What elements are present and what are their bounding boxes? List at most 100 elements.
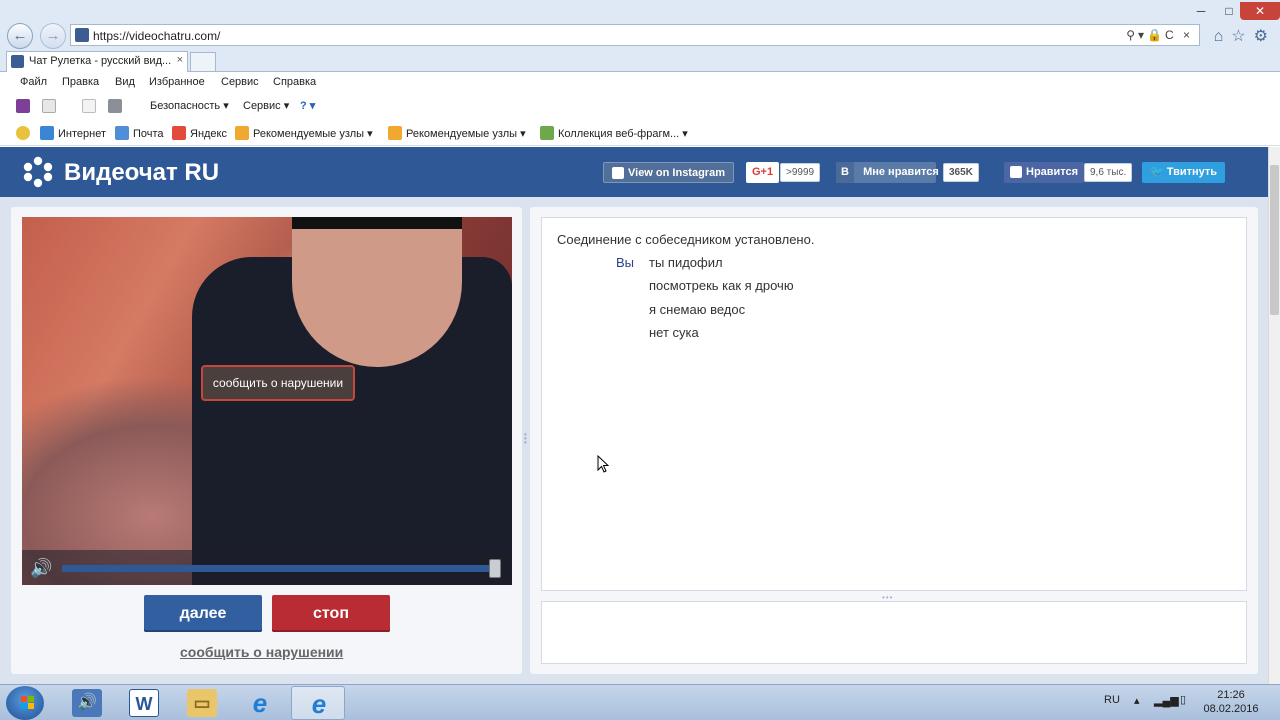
maximize-button[interactable]: □ (1216, 2, 1242, 20)
forward-button[interactable]: → (40, 23, 66, 49)
taskbar-clock[interactable]: 21:26 08.02.2016 (1196, 688, 1266, 716)
favorites-star-icon[interactable] (16, 126, 34, 140)
fav-recommended-1[interactable]: Рекомендуемые узлы ▾ (235, 126, 373, 140)
tools-menu[interactable]: Сервис ▾ (243, 99, 289, 112)
menu-tools[interactable]: Сервис (221, 76, 259, 88)
tab-videochat[interactable]: Чат Рулетка - русский вид... × (6, 51, 188, 72)
menu-edit[interactable]: Правка (62, 76, 99, 88)
tray-up-arrow-icon[interactable]: ▴ (1134, 694, 1140, 707)
help-menu[interactable]: ? ▾ (300, 99, 315, 112)
report-violation-bubble[interactable]: сообщить о нарушении (201, 365, 355, 401)
volume-slider-track[interactable] (62, 565, 494, 572)
speaker-icon: 🔊 (72, 689, 102, 717)
panel-splitter-handle[interactable]: • • • (524, 431, 528, 449)
gplus-button[interactable]: G+1 (746, 162, 780, 183)
vk-count: 365K (943, 163, 979, 182)
menu-help[interactable]: Справка (273, 76, 316, 88)
battery-icon[interactable]: ▯ (1180, 693, 1186, 706)
taskbar-ie-active[interactable]: e (291, 686, 345, 720)
yandex-icon (172, 126, 186, 140)
you-label: Вы (616, 255, 635, 270)
chat-message: нет сука (649, 325, 699, 340)
rss-icon[interactable] (42, 99, 56, 113)
site-logo-text[interactable]: Видеочат RU (64, 159, 219, 187)
network-icon[interactable]: ▂▄▆ (1154, 694, 1179, 707)
fb-like-button[interactable]: Нравится (1004, 162, 1085, 183)
forward-arrow-icon: → (45, 27, 61, 44)
taskbar-speaker[interactable]: 🔊 (60, 686, 114, 720)
chat-message: ты пидофил (649, 255, 723, 270)
taskbar: 🔊 W ▭ e e RU ▴ ▂▄▆ ▯ 21:26 08.02.2016 (0, 684, 1280, 720)
menu-view[interactable]: Вид (115, 76, 135, 88)
taskbar-explorer[interactable]: ▭ (175, 686, 229, 720)
fav-mail[interactable]: Почта (115, 126, 164, 140)
fav-recommended-2[interactable]: Рекомендуемые узлы ▾ (388, 126, 526, 140)
ie-icon (40, 126, 54, 140)
back-arrow-icon: ← (12, 27, 28, 44)
tab-close-icon[interactable]: × (177, 54, 183, 66)
facebook-icon (1010, 166, 1022, 178)
chat-panel: Соединение с собеседником установлено. В… (530, 207, 1258, 674)
menu-bar: Файл Правка Вид Избранное Сервис Справка (0, 72, 1280, 93)
fav-yandex[interactable]: Яндекс (172, 126, 227, 140)
next-button[interactable]: далее (144, 595, 262, 632)
volume-icon[interactable]: 🔊 (30, 558, 60, 578)
instagram-button[interactable]: View on Instagram (603, 162, 734, 183)
favorites-bar: Интернет Почта Яндекс Рекомендуемые узлы… (0, 118, 1280, 146)
taskbar-word[interactable]: W (117, 686, 171, 720)
fav-webslices[interactable]: Коллекция веб-фрагм... ▾ (540, 126, 688, 140)
address-bar[interactable]: https://videochatru.com/ ⚲▾🔒C × (70, 24, 1200, 46)
twitter-icon: 🐦 (1150, 166, 1167, 178)
onenote-icon[interactable] (16, 99, 30, 113)
tab-favicon-icon (11, 55, 24, 68)
safety-menu[interactable]: Безопасность ▾ (150, 99, 229, 112)
taskbar-ie[interactable]: e (233, 686, 287, 720)
clock-time: 21:26 (1217, 689, 1245, 701)
address-tools[interactable]: ⚲▾🔒C × (1126, 28, 1193, 42)
report-violation-link[interactable]: сообщить о нарушении (180, 644, 343, 660)
logo-icon (23, 156, 53, 188)
fav-internet[interactable]: Интернет (40, 126, 106, 140)
back-button[interactable]: ← (7, 23, 33, 49)
chat-log: Соединение с собеседником установлено. В… (541, 217, 1247, 591)
tab-title: Чат Рулетка - русский вид... (29, 55, 172, 67)
volume-bar: 🔊 (22, 550, 512, 585)
partner-video: сообщить о нарушении 🔊 (22, 217, 512, 585)
instagram-icon (612, 167, 624, 179)
mouse-cursor-icon (597, 455, 609, 473)
chat-message: посмотрекь как я дрочю (649, 278, 794, 293)
command-bar: Безопасность ▾ Сервис ▾ ? ▾ (0, 93, 1280, 118)
address-url[interactable]: https://videochatru.com/ (93, 29, 220, 43)
new-tab-button[interactable] (190, 52, 216, 72)
read-mail-icon[interactable] (82, 99, 96, 113)
mail-icon (115, 126, 129, 140)
page-content: Видеочат RU View on Instagram G+1 >9999 … (0, 147, 1268, 684)
scrollbar-thumb[interactable] (1270, 165, 1279, 315)
site-header: Видеочат RU View on Instagram G+1 >9999 … (0, 147, 1268, 197)
bing-icon (235, 126, 249, 140)
gplus-count: >9999 (780, 163, 821, 182)
page-scrollbar[interactable] (1268, 147, 1280, 684)
webslice-icon (540, 126, 554, 140)
windows-logo-icon (21, 696, 34, 709)
stop-button[interactable]: стоп (272, 595, 390, 632)
start-button[interactable] (6, 686, 44, 720)
tweet-button[interactable]: 🐦 Твитнуть (1142, 162, 1226, 183)
tab-row: Чат Рулетка - русский вид... × (0, 50, 1280, 72)
language-indicator[interactable]: RU (1104, 694, 1120, 706)
chat-input[interactable] (541, 601, 1247, 664)
menu-file[interactable]: Файл (20, 76, 47, 88)
print-icon[interactable] (108, 99, 122, 113)
site-favicon-icon (75, 28, 89, 42)
video-glasses (292, 217, 462, 229)
chat-message: я снемаю ведос (649, 302, 746, 317)
close-window-button[interactable]: ✕ (1240, 2, 1280, 20)
video-panel: сообщить о нарушении 🔊 далее стоп сообщи… (11, 207, 522, 674)
vk-like-button[interactable]: B Мне нравится (836, 162, 939, 183)
menu-favorites[interactable]: Избранное (149, 76, 205, 88)
home-favorites-settings-icons[interactable]: ⌂☆⚙ (1214, 26, 1276, 46)
volume-slider-handle[interactable] (489, 559, 501, 578)
browser-titlebar: ← → https://videochatru.com/ ⚲▾🔒C × ─ □ … (0, 0, 1280, 50)
word-icon: W (129, 689, 159, 717)
minimize-button[interactable]: ─ (1188, 2, 1214, 20)
